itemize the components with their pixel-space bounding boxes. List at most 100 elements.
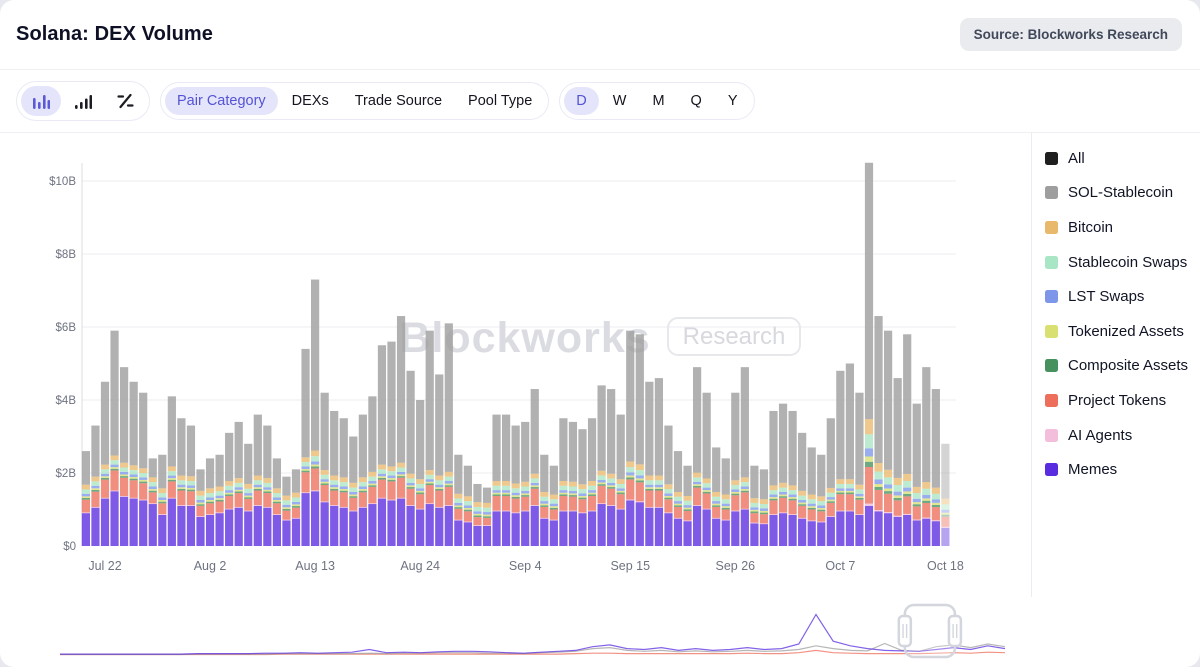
volume-bar-aug-2[interactable] — [206, 458, 214, 546]
legend-item-ai-agents[interactable]: AI Agents — [1045, 418, 1200, 453]
volume-bar-aug-15[interactable] — [330, 411, 338, 546]
volume-bar-sep-21[interactable] — [683, 466, 691, 546]
volume-bar-aug-6[interactable] — [244, 444, 252, 546]
volume-bar-oct-9[interactable] — [855, 393, 863, 546]
volume-bar-aug-5[interactable] — [235, 422, 243, 546]
volume-bar-oct-7[interactable] — [836, 371, 844, 546]
volume-bar-oct-2[interactable] — [789, 411, 797, 546]
volume-bar-aug-19[interactable] — [368, 396, 376, 546]
volume-bar-sep-17[interactable] — [645, 382, 653, 546]
volume-bar-oct-10[interactable] — [865, 163, 873, 546]
filter-tab-dexs[interactable]: DEXs — [280, 87, 341, 116]
volume-bar-sep-1[interactable] — [492, 415, 500, 546]
filter-tab-pool-type[interactable]: Pool Type — [456, 87, 544, 116]
volume-bar-oct-16[interactable] — [922, 367, 930, 546]
volume-bar-sep-7[interactable] — [550, 466, 558, 546]
volume-bar-sep-29[interactable] — [760, 469, 768, 546]
volume-bar-sep-12[interactable] — [598, 385, 606, 546]
volume-bar-sep-11[interactable] — [588, 418, 596, 546]
volume-bar-sep-19[interactable] — [664, 426, 672, 546]
volume-bar-aug-7[interactable] — [254, 415, 262, 546]
volume-bar-oct-11[interactable] — [874, 316, 882, 546]
volume-bar-sep-20[interactable] — [674, 451, 682, 546]
volume-bar-sep-24[interactable] — [712, 447, 720, 546]
volume-bar-aug-28[interactable] — [454, 455, 462, 546]
volume-bar-aug-24[interactable] — [416, 400, 424, 546]
granularity-y[interactable]: Y — [716, 87, 750, 116]
legend-item-sol-stablecoin[interactable]: SOL-Stablecoin — [1045, 176, 1200, 211]
volume-bar-aug-27[interactable] — [445, 323, 453, 546]
volume-bar-sep-15[interactable] — [626, 331, 634, 546]
legend-item-memes[interactable]: Memes — [1045, 452, 1200, 487]
volume-bar-sep-10[interactable] — [578, 429, 586, 546]
volume-bar-jul-31[interactable] — [187, 426, 195, 546]
volume-bar-aug-29[interactable] — [464, 466, 472, 546]
volume-bar-aug-31[interactable] — [483, 488, 491, 546]
volume-bar-aug-20[interactable] — [378, 345, 386, 546]
volume-bar-aug-13[interactable] — [311, 280, 319, 546]
volume-bar-oct-5[interactable] — [817, 455, 825, 546]
granularity-w[interactable]: W — [601, 87, 639, 116]
volume-bar-sep-28[interactable] — [750, 466, 758, 546]
legend-item-composite-assets[interactable]: Composite Assets — [1045, 349, 1200, 384]
legend-item-all[interactable]: All — [1045, 141, 1200, 176]
volume-bar-sep-26[interactable] — [731, 393, 739, 546]
volume-bar-oct-14[interactable] — [903, 334, 911, 546]
legend-item-stablecoin-swaps[interactable]: Stablecoin Swaps — [1045, 245, 1200, 280]
chart-type-button-ascending-bars-icon[interactable] — [63, 86, 103, 116]
range-selection-window[interactable] — [905, 605, 955, 657]
volume-bar-jul-27[interactable] — [149, 458, 157, 546]
volume-bar-oct-1[interactable] — [779, 404, 787, 546]
volume-bar-aug-21[interactable] — [387, 342, 395, 546]
filter-tab-trade-source[interactable]: Trade Source — [343, 87, 454, 116]
volume-bar-oct-17[interactable] — [932, 389, 940, 546]
volume-bar-oct-8[interactable] — [846, 364, 854, 547]
volume-bar-sep-25[interactable] — [722, 458, 730, 546]
granularity-q[interactable]: Q — [679, 87, 714, 116]
volume-bar-oct-12[interactable] — [884, 331, 892, 546]
volume-bar-jul-26[interactable] — [139, 393, 147, 546]
volume-bar-sep-4[interactable] — [521, 422, 529, 546]
legend-item-lst-swaps[interactable]: LST Swaps — [1045, 279, 1200, 314]
volume-bar-aug-11[interactable] — [292, 469, 300, 546]
volume-bar-jul-20[interactable] — [82, 451, 90, 546]
volume-bar-aug-14[interactable] — [321, 393, 329, 546]
volume-bar-sep-18[interactable] — [655, 378, 663, 546]
volume-bar-oct-18[interactable] — [941, 444, 949, 546]
volume-bar-jul-22[interactable] — [101, 382, 109, 546]
volume-bar-oct-3[interactable] — [798, 433, 806, 546]
volume-bar-sep-3[interactable] — [512, 426, 520, 546]
volume-bar-sep-2[interactable] — [502, 415, 510, 546]
volume-bar-aug-9[interactable] — [273, 458, 281, 546]
legend-item-tokenized-assets[interactable]: Tokenized Assets — [1045, 314, 1200, 349]
chart-type-button-stacked-bar-chart-icon[interactable] — [21, 86, 61, 116]
volume-bar-aug-18[interactable] — [359, 415, 367, 546]
volume-bar-jul-25[interactable] — [130, 382, 138, 546]
volume-bar-jul-28[interactable] — [158, 455, 166, 546]
volume-bar-sep-30[interactable] — [769, 411, 777, 546]
volume-bar-sep-22[interactable] — [693, 367, 701, 546]
volume-bar-aug-22[interactable] — [397, 316, 405, 546]
volume-bar-sep-6[interactable] — [540, 455, 548, 546]
range-handle-left[interactable] — [899, 616, 911, 646]
volume-bar-sep-8[interactable] — [559, 418, 567, 546]
volume-bar-sep-16[interactable] — [636, 334, 644, 546]
volume-bar-oct-6[interactable] — [827, 418, 835, 546]
volume-bar-aug-23[interactable] — [407, 371, 415, 546]
volume-bar-aug-17[interactable] — [349, 437, 357, 547]
volume-bar-jul-21[interactable] — [91, 426, 99, 546]
volume-bar-sep-27[interactable] — [741, 367, 749, 546]
volume-bar-sep-23[interactable] — [703, 393, 711, 546]
volume-bar-sep-14[interactable] — [617, 415, 625, 546]
volume-bar-oct-13[interactable] — [894, 378, 902, 546]
volume-bar-aug-3[interactable] — [216, 455, 224, 546]
volume-bar-aug-12[interactable] — [301, 349, 309, 546]
volume-bar-aug-26[interactable] — [435, 374, 443, 546]
granularity-d[interactable]: D — [564, 87, 598, 116]
range-handle-right[interactable] — [949, 616, 961, 646]
volume-bar-sep-5[interactable] — [531, 389, 539, 546]
filter-tab-pair-category[interactable]: Pair Category — [165, 87, 278, 116]
volume-bar-aug-4[interactable] — [225, 433, 233, 546]
volume-bar-oct-4[interactable] — [808, 447, 816, 546]
volume-bar-jul-29[interactable] — [168, 396, 176, 546]
